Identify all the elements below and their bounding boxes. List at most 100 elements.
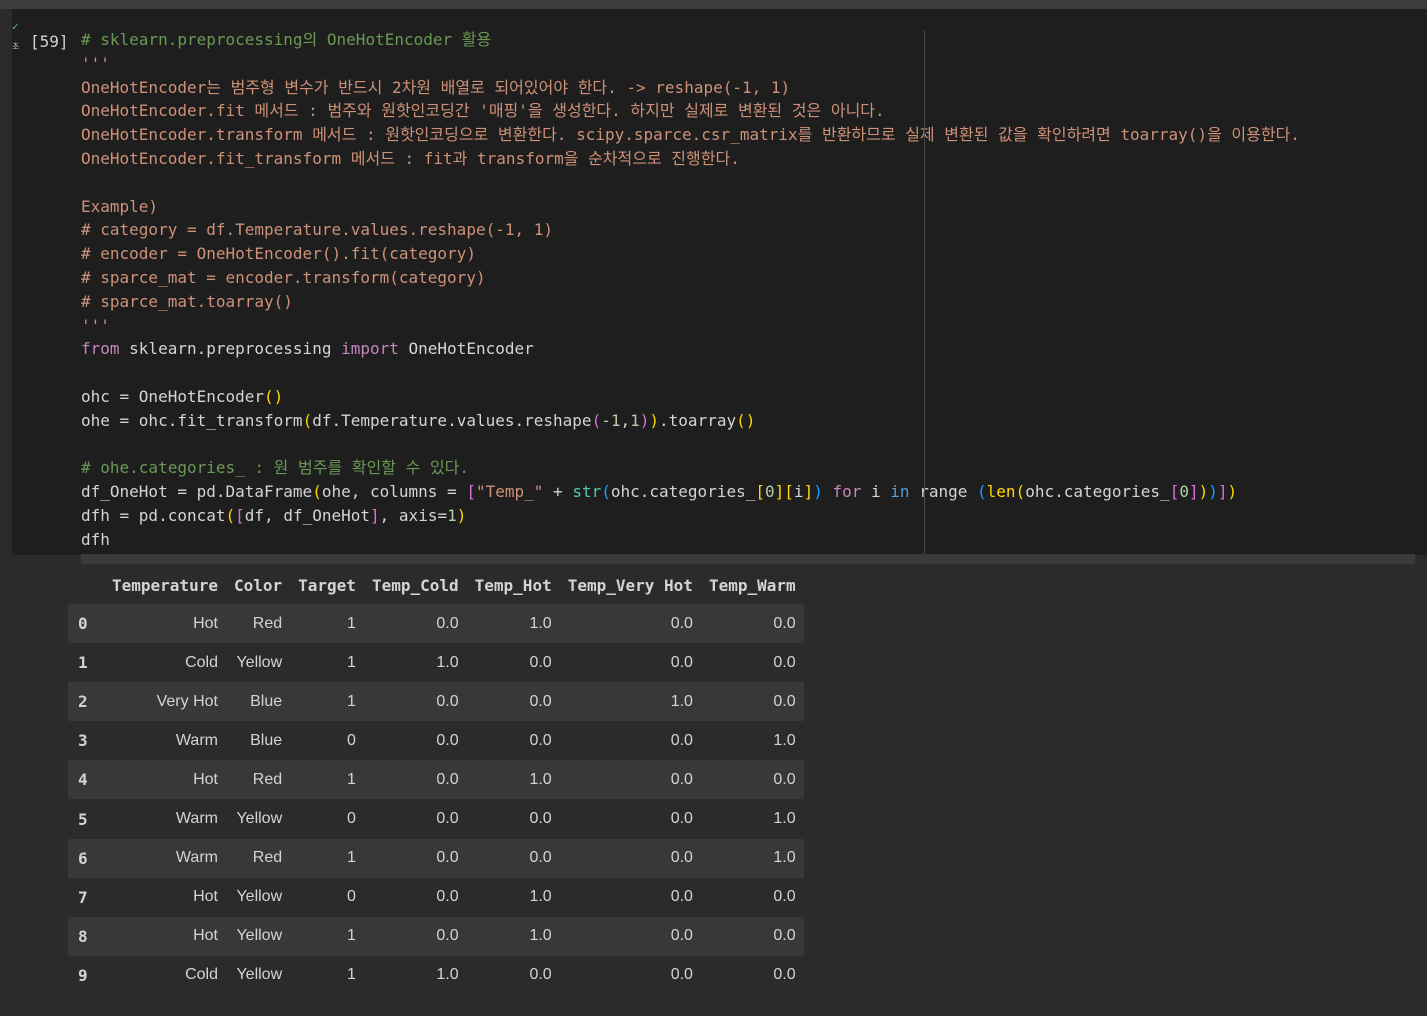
code-line: ''': [81, 52, 1300, 76]
table-cell: 0.0: [363, 916, 467, 956]
table-cell: 0.0: [700, 682, 804, 722]
code-token: # sparce_mat.toarray(): [81, 291, 293, 311]
column-header: Target: [298, 575, 356, 595]
table-cell: 1.0: [773, 810, 796, 828]
horizontal-scrollbar[interactable]: [81, 554, 1415, 564]
table-cell: 0.0: [670, 966, 693, 984]
code-line: # sparce_mat = encoder.transform(categor…: [81, 266, 1300, 290]
code-token: # sparce_mat = encoder.transform(categor…: [81, 267, 486, 287]
code-token: (: [977, 482, 987, 502]
code-token: OneHotEncoder.fit_transform 메서드 : fit과 t…: [81, 148, 740, 168]
code-token: # ohe.categories_ : 원 범주를 확인할 수 있다.: [81, 458, 470, 478]
code-token: ,: [620, 410, 631, 430]
code-line: ohe = ohc.fit_transform(df.Temperature.v…: [81, 409, 1300, 433]
code-token: Example): [81, 196, 159, 216]
table-cell: 0.0: [529, 810, 552, 828]
code-line: OneHotEncoder.fit_transform 메서드 : fit과 t…: [81, 147, 1300, 171]
table-cell: 0.0: [670, 888, 693, 906]
code-line: OneHotEncoder.fit 메서드 : 범주와 원핫인코딩간 '매핑'을…: [81, 99, 1300, 123]
execution-count: [59]: [30, 32, 69, 51]
code-line: # category = df.Temperature.values.resha…: [81, 218, 1300, 242]
table-cell: Hot: [104, 760, 226, 800]
table-header-row: Temperature Color Target Temp_Cold Temp_Hot T…: [68, 566, 804, 604]
code-token: ohe = ohc.fit_transform: [81, 410, 303, 430]
code-token: OneHotEncoder: [398, 339, 534, 359]
table-cell: Warm: [104, 838, 226, 878]
code-token: ): [813, 482, 823, 502]
code-token: , axis=: [379, 505, 448, 525]
table-row: 4 Hot Red 1 0.0 1.0 0.0 0.0: [68, 760, 804, 800]
code-token: ohc.categories_: [610, 482, 756, 502]
code-token: (: [302, 410, 313, 430]
code-token: 1: [630, 410, 640, 430]
table-cell: 0.0: [363, 838, 467, 878]
table-cell: 0: [347, 810, 356, 828]
table-cell: 0: [347, 731, 356, 749]
code-token: ohe, columns =: [321, 482, 467, 502]
column-header: Temp_Cold: [371, 575, 459, 595]
column-header: Temp_Hot: [474, 575, 552, 595]
code-cell[interactable]: ✓ 초 [59] # sklearn.preprocessing의 OneHot…: [12, 9, 1427, 564]
table-cell: 1.0: [529, 888, 552, 906]
code-token: 0: [765, 482, 775, 502]
code-token: (): [264, 386, 284, 406]
column-header: Color: [233, 575, 283, 595]
code-token: for: [832, 482, 862, 502]
table-cell: 0.0: [559, 838, 701, 878]
table-row: 8 Hot Yellow 1 0.0 1.0 0.0 0.0: [68, 916, 804, 956]
row-index: 2: [68, 682, 104, 722]
code-token: ): [1227, 482, 1238, 502]
row-index: 1: [78, 653, 88, 673]
table-cell: 1.0: [436, 966, 459, 984]
editor-ruler: [924, 30, 925, 564]
code-token: ]: [1217, 482, 1228, 502]
dataframe-table: Temperature Color Target Temp_Cold Temp_Hot T…: [68, 566, 804, 995]
table-row: 1 Cold Yellow 1 1.0 0.0 0.0 0.0: [68, 643, 804, 682]
top-bar: [0, 0, 1427, 9]
code-line: # ohe.categories_ : 원 범주를 확인할 수 있다.: [81, 456, 1300, 480]
table-cell: Yellow: [236, 810, 283, 828]
code-token: OneHotEncoder.transform 메서드 : 원핫인코딩으로 변환…: [81, 125, 1300, 145]
run-status: ✓ 초: [12, 21, 22, 61]
code-line: ohc = OneHotEncoder(): [81, 385, 1300, 409]
table-cell: Yellow: [225, 916, 291, 956]
code-token: # encoder = OneHotEncoder().fit(category…: [81, 244, 476, 264]
code-editor[interactable]: # sklearn.preprocessing의 OneHotEncoder 활…: [81, 28, 1300, 552]
code-token: # category = df.Temperature.values.resha…: [81, 220, 554, 240]
table-cell: 0.0: [436, 888, 459, 906]
table-cell: 0.0: [773, 653, 796, 671]
code-token: ''': [81, 53, 110, 73]
table-cell: Hot: [104, 916, 226, 956]
table-cell: Red: [225, 604, 291, 644]
code-token: import: [341, 339, 399, 359]
code-token: OneHotEncoder는 범주형 변수가 반드시 2차원 배열로 되어있어야…: [81, 77, 791, 97]
table-row: 3 Warm Blue 0 0.0 0.0 0.0 1.0: [68, 721, 804, 760]
table-cell: 1.0: [436, 653, 459, 671]
row-index: 9: [78, 965, 88, 985]
code-token: (: [312, 482, 322, 502]
table-cell: 0.0: [700, 760, 804, 800]
code-token: ''': [81, 315, 110, 335]
table-cell: 1.0: [466, 760, 560, 800]
table-cell: 1: [290, 682, 364, 722]
code-token: ): [639, 410, 650, 430]
code-token: [: [755, 482, 765, 502]
code-token: ): [1198, 482, 1209, 502]
table-cell: 0.0: [363, 682, 467, 722]
table-cell: 0.0: [559, 604, 701, 644]
table-cell: Red: [225, 838, 291, 878]
code-line: from sklearn.preprocessing import OneHot…: [81, 337, 1300, 361]
code-token: (: [225, 505, 236, 525]
code-line: dfh = pd.concat([df, df_OneHot], axis=1): [81, 504, 1300, 528]
code-token: [: [784, 482, 794, 502]
table-cell: 0.0: [363, 760, 467, 800]
table-cell: Cold: [185, 653, 218, 671]
table-cell: Hot: [193, 888, 218, 906]
row-index: 0: [68, 604, 104, 644]
code-token: .toarray: [659, 410, 737, 430]
code-token: dfh: [81, 529, 110, 549]
code-line: OneHotEncoder.transform 메서드 : 원핫인코딩으로 변환…: [81, 123, 1300, 147]
table-cell: 0.0: [773, 888, 796, 906]
table-cell: 0.0: [670, 810, 693, 828]
